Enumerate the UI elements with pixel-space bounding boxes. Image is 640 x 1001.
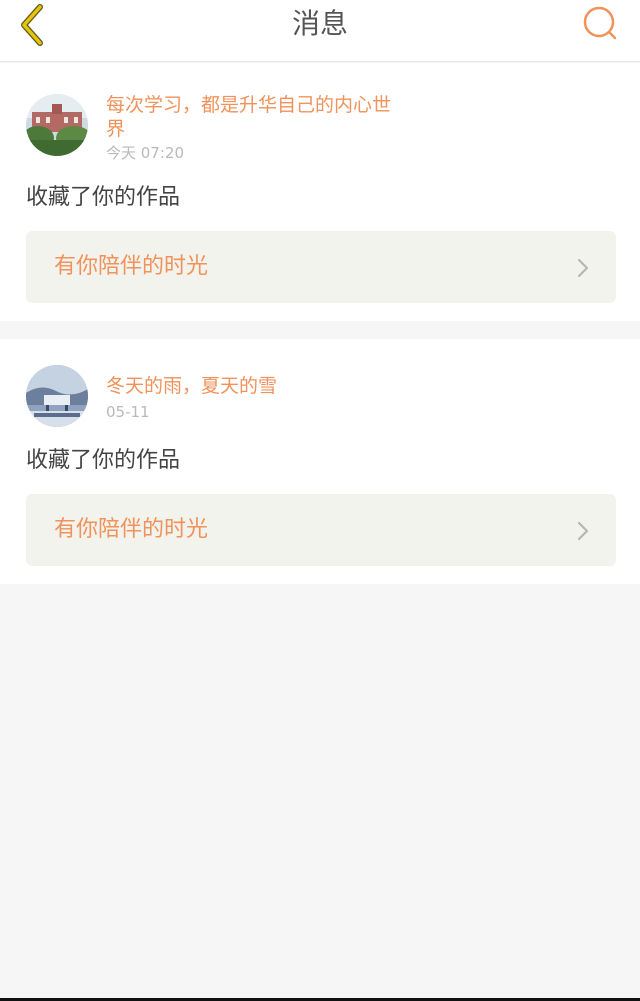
search-icon — [583, 6, 617, 40]
avatar-winter-image — [26, 365, 88, 427]
search-button[interactable] — [582, 4, 620, 42]
work-title: 有你陪伴的时光 — [54, 517, 209, 542]
work-link[interactable]: 有你陪伴的时光 — [26, 494, 616, 566]
header-bar: 消息 — [0, 0, 640, 62]
user-name[interactable]: 冬天的雨，夏天的雪 — [106, 374, 406, 398]
action-text: 收藏了你的作品 — [26, 448, 181, 473]
chevron-right-icon — [576, 520, 590, 542]
work-title: 有你陪伴的时光 — [54, 254, 209, 279]
user-name[interactable]: 每次学习，都是升华自己的内心世界 — [106, 93, 406, 141]
page-title: 消息 — [291, 7, 348, 40]
message-card: 每次学习，都是升华自己的内心世界 今天 07:20 收藏了你的作品 有你陪伴的时… — [0, 63, 640, 321]
avatar-building-image — [26, 94, 88, 156]
action-text: 收藏了你的作品 — [26, 185, 181, 210]
chevron-right-icon — [576, 257, 590, 279]
timestamp: 今天 07:20 — [106, 144, 184, 162]
avatar[interactable] — [26, 365, 88, 427]
message-card: 冬天的雨，夏天的雪 05-11 收藏了你的作品 有你陪伴的时光 — [0, 339, 640, 584]
timestamp: 05-11 — [106, 403, 150, 421]
avatar[interactable] — [26, 94, 88, 156]
messages-screen: 消息 每次学习，都是升华自己的内心世界 今天 07:20 收藏了你的作品 有你陪… — [0, 0, 640, 1001]
work-link[interactable]: 有你陪伴的时光 — [26, 231, 616, 303]
